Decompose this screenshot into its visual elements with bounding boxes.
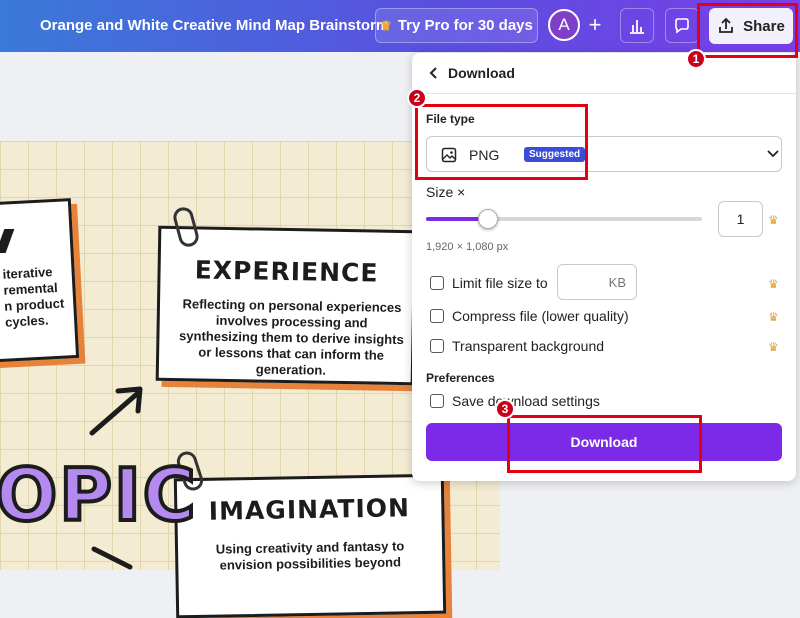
left-card[interactable]: iterative remental n product cycles. [0,198,80,364]
experience-title: EXPERIENCE [194,255,379,288]
dimensions-text: 1,920 × 1,080 px [426,241,509,253]
annotation-box-download [507,415,702,473]
compress-label: Compress file (lower quality) [452,308,629,324]
left-card-line: cycles. [4,312,49,330]
limit-size-checkbox[interactable] [430,276,444,290]
avatar[interactable]: A [548,9,580,41]
size-label: Size × [426,184,466,200]
annotation-badge: 2 [407,88,427,108]
imagination-title: IMAGINATION [208,493,411,526]
experience-card[interactable]: EXPERIENCE Reflecting on personal experi… [155,225,417,386]
comment-icon [675,17,689,34]
crown-icon: ♛ [768,213,779,227]
limit-size-input[interactable]: KB [557,264,637,300]
annotation-badge: 1 [686,49,706,69]
annotation-box-share [697,3,798,58]
document-title[interactable]: Orange and White Creative Mind Map Brain… [40,17,389,34]
transparent-checkbox[interactable] [430,339,444,353]
try-pro-label: Try Pro for 30 days [397,17,533,34]
top-bar: Orange and White Creative Mind Map Brain… [0,0,800,52]
chevron-left-icon [429,67,437,79]
preferences-label: Preferences [426,371,495,385]
crown-icon: ♛ [768,310,779,324]
insights-button[interactable] [620,8,654,43]
kb-unit: KB [608,275,626,290]
panel-title: Download [448,65,515,81]
compress-checkbox[interactable] [430,309,444,323]
bar-chart-icon [630,19,644,34]
size-input[interactable]: 1 [718,201,763,237]
imagination-card[interactable]: IMAGINATION Using creativity and fantasy… [173,473,447,618]
crown-icon: ♛ [768,277,779,291]
back-button[interactable]: Download [428,65,515,81]
try-pro-button[interactable]: ♛ Try Pro for 30 days [375,8,538,43]
comment-button[interactable] [665,8,699,43]
size-slider[interactable] [426,209,702,229]
chevron-down-icon [767,150,779,158]
arrow-icon [91,546,133,570]
save-settings-label: Save download settings [452,393,600,409]
crown-icon: ♛ [380,17,392,33]
limit-size-label: Limit file size to [452,275,548,291]
annotation-box-file-type [415,104,588,180]
arrow-icon [89,386,143,436]
transparent-label: Transparent background [452,338,605,354]
crown-icon: ♛ [768,340,779,354]
imagination-body: Using creativity and fantasy to envision… [215,538,405,573]
experience-body: Reflecting on personal experiences invol… [178,296,404,378]
divider [412,93,796,94]
topic-text: OPIC [0,451,198,539]
save-settings-checkbox[interactable] [430,394,444,408]
left-card-text: iterative remental n product cycles. [2,263,75,331]
size-slider-thumb[interactable] [477,209,498,229]
add-collaborator-icon[interactable]: + [580,9,610,41]
annotation-badge: 3 [495,399,515,419]
